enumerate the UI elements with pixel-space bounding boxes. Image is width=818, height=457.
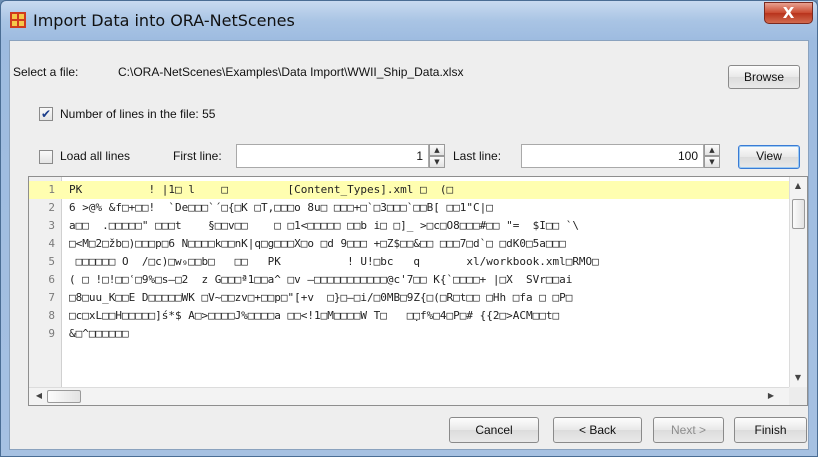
line-number: 8: [48, 309, 55, 322]
load-all-lines-label: Load all lines: [60, 149, 131, 163]
file-path-field[interactable]: C:\ORA-NetScenes\Examples\Data Import\WW…: [115, 61, 721, 85]
line-number: 4: [48, 237, 55, 250]
file-preview[interactable]: 1 PK ! |1□ l □ [Content_Types].xml □ (□ 2 6…: [28, 176, 808, 406]
vertical-scrollbar[interactable]: ▲ ▼: [789, 177, 807, 389]
vertical-scroll-thumb[interactable]: [792, 199, 805, 229]
scroll-left-icon[interactable]: ◀: [31, 391, 47, 400]
window-title: Import Data into ORA-NetScenes: [33, 11, 295, 30]
preview-line: 6 ( □ !□!□□ʿ□9%□s–□2 z G□□□ª1□□a^ □v –□□□…: [29, 271, 789, 289]
ora-grid-icon: [10, 12, 26, 28]
preview-line: 8 □c□xL□□H□□□□□]ś*$ A□>□□□□J%□□□□a □□<!1□…: [29, 307, 789, 325]
line-text: □8□uu_K□□E D□□□□□WK □V~□□zv□+□□p□"[+v □}…: [69, 291, 573, 304]
scroll-up-icon[interactable]: ▲: [790, 181, 806, 190]
preview-line: 9 &□^□□□□□□: [29, 325, 789, 343]
preview-line: 7 □8□uu_K□□E D□□□□□WK □V~□□zv□+□□p□"[+v □…: [29, 289, 789, 307]
line-number: 3: [48, 219, 55, 232]
scroll-right-icon[interactable]: ▶: [763, 391, 779, 400]
close-icon: X: [782, 4, 795, 22]
line-text: &□^□□□□□□: [69, 327, 129, 340]
preview-line: 5 □□□□□□ O /□c)□w₉□□b□ □□ PK ! U!□bc q x…: [29, 253, 789, 271]
scroll-corner: [789, 387, 807, 405]
number-of-lines-checkbox[interactable]: ✔: [39, 107, 53, 121]
spin-down-icon[interactable]: ▼: [429, 156, 445, 168]
preview-line: 2 6 >@% &f□+□□! `De□□□`´□{□K □T,□□□o 8u□ …: [29, 199, 789, 217]
last-line-label: Last line:: [453, 149, 502, 163]
preview-line: 4 □<M□2□žb□)□□□p□6 N□□□□k□□nK|q□g□□□X□o □…: [29, 235, 789, 253]
select-file-label: Select a file:: [13, 65, 79, 79]
cancel-button[interactable]: Cancel: [449, 417, 539, 443]
line-number: 2: [48, 201, 55, 214]
line-number: 9: [48, 327, 55, 340]
line-text: □□□□□□ O /□c)□w₉□□b□ □□ PK ! U!□bc q xl/…: [69, 255, 599, 268]
scroll-down-icon[interactable]: ▼: [790, 373, 806, 382]
line-number: 5: [48, 255, 55, 268]
preview-line: 3 a□□ .□□□□□" □□□t §□□v□□ □ □1<□□□□□ □□b …: [29, 217, 789, 235]
import-dialog: Import Data into ORA-NetScenes X Select …: [0, 0, 818, 457]
next-button[interactable]: Next >: [653, 417, 724, 443]
line-text: □<M□2□žb□)□□□p□6 N□□□□k□□nK|q□g□□□X□o □d…: [69, 237, 566, 250]
load-all-lines-checkbox[interactable]: [39, 150, 53, 164]
number-of-lines-label: Number of lines in the file: 55: [60, 107, 216, 121]
checkmark-icon: ✔: [40, 107, 52, 121]
first-line-label: First line:: [173, 149, 222, 163]
horizontal-scrollbar[interactable]: ◀ ▶: [29, 387, 789, 405]
preview-line: 1 PK ! |1□ l □ [Content_Types].xml □ (□: [29, 181, 789, 199]
line-number: 7: [48, 291, 55, 304]
first-line-input[interactable]: 1: [236, 144, 429, 168]
line-text: 6 >@% &f□+□□! `De□□□`´□{□K □T,□□□o 8u□ □…: [69, 201, 493, 214]
horizontal-scroll-thumb[interactable]: [47, 390, 81, 403]
title-bar[interactable]: Import Data into ORA-NetScenes X: [1, 1, 817, 41]
first-line-spinner[interactable]: ▲ ▼: [429, 144, 445, 168]
line-number: 1: [48, 183, 55, 196]
close-button[interactable]: X: [764, 2, 813, 24]
last-line-input[interactable]: 100: [521, 144, 704, 168]
last-line-spinner[interactable]: ▲ ▼: [704, 144, 720, 168]
view-button[interactable]: View: [738, 145, 800, 169]
spin-down-icon[interactable]: ▼: [704, 156, 720, 168]
line-text: PK ! |1□ l □ [Content_Types].xml □ (□: [69, 183, 454, 196]
line-number: 6: [48, 273, 55, 286]
finish-button[interactable]: Finish: [734, 417, 807, 443]
line-text: a□□ .□□□□□" □□□t §□□v□□ □ □1<□□□□□ □□b i…: [69, 219, 579, 232]
spin-up-icon[interactable]: ▲: [704, 144, 720, 156]
spin-up-icon[interactable]: ▲: [429, 144, 445, 156]
back-button[interactable]: < Back: [553, 417, 642, 443]
line-text: □c□xL□□H□□□□□]ś*$ A□>□□□□J%□□□□a □□<!1□M…: [69, 309, 560, 322]
browse-button[interactable]: Browse: [728, 65, 800, 89]
line-text: ( □ !□!□□ʿ□9%□s–□2 z G□□□ª1□□a^ □v –□□□□…: [69, 273, 573, 286]
